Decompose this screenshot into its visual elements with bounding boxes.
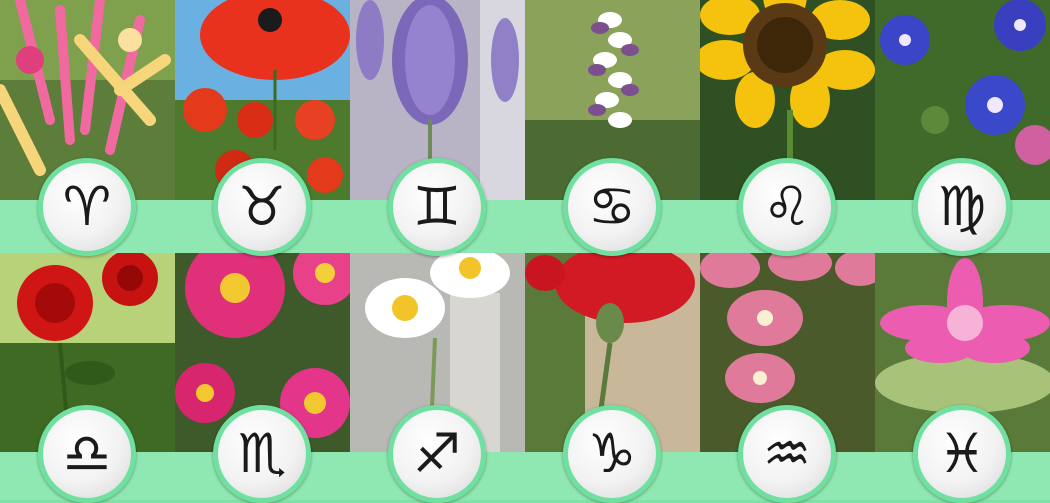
libra-symbol-icon: ♎ — [62, 422, 112, 485]
capricorn-symbol-icon: ♑ — [587, 422, 637, 485]
zodiac-flower-grid: ♈ ♉ ♊ ♋ ♌ ♍ ♎ ♏ ♐ ♑ ♒ ♓ — [0, 0, 1050, 503]
bottom-green-band — [0, 452, 1050, 500]
leo-badge[interactable]: ♌ — [738, 158, 836, 256]
scorpio-symbol-icon: ♏ — [237, 422, 287, 485]
sagittarius-symbol-icon: ♐ — [412, 422, 462, 485]
pisces-badge[interactable]: ♓ — [913, 405, 1011, 503]
taurus-badge[interactable]: ♉ — [213, 158, 311, 256]
gemini-symbol-icon: ♊ — [412, 175, 462, 238]
aries-symbol-icon: ♈ — [62, 175, 112, 238]
gemini-badge[interactable]: ♊ — [388, 158, 486, 256]
top-row — [0, 0, 1050, 200]
virgo-symbol-icon: ♍ — [937, 175, 987, 238]
aquarius-badge[interactable]: ♒ — [738, 405, 836, 503]
top-green-band — [0, 200, 1050, 253]
capricorn-badge[interactable]: ♑ — [563, 405, 661, 503]
aries-badge[interactable]: ♈ — [38, 158, 136, 256]
leo-symbol-icon: ♌ — [762, 175, 812, 238]
cancer-symbol-icon: ♋ — [587, 175, 637, 238]
libra-badge[interactable]: ♎ — [38, 405, 136, 503]
cancer-badge[interactable]: ♋ — [563, 158, 661, 256]
sagittarius-badge[interactable]: ♐ — [388, 405, 486, 503]
taurus-symbol-icon: ♉ — [237, 175, 287, 238]
pisces-symbol-icon: ♓ — [937, 422, 987, 485]
bottom-row — [0, 253, 1050, 453]
virgo-badge[interactable]: ♍ — [913, 158, 1011, 256]
scorpio-badge[interactable]: ♏ — [213, 405, 311, 503]
aquarius-symbol-icon: ♒ — [762, 422, 812, 485]
